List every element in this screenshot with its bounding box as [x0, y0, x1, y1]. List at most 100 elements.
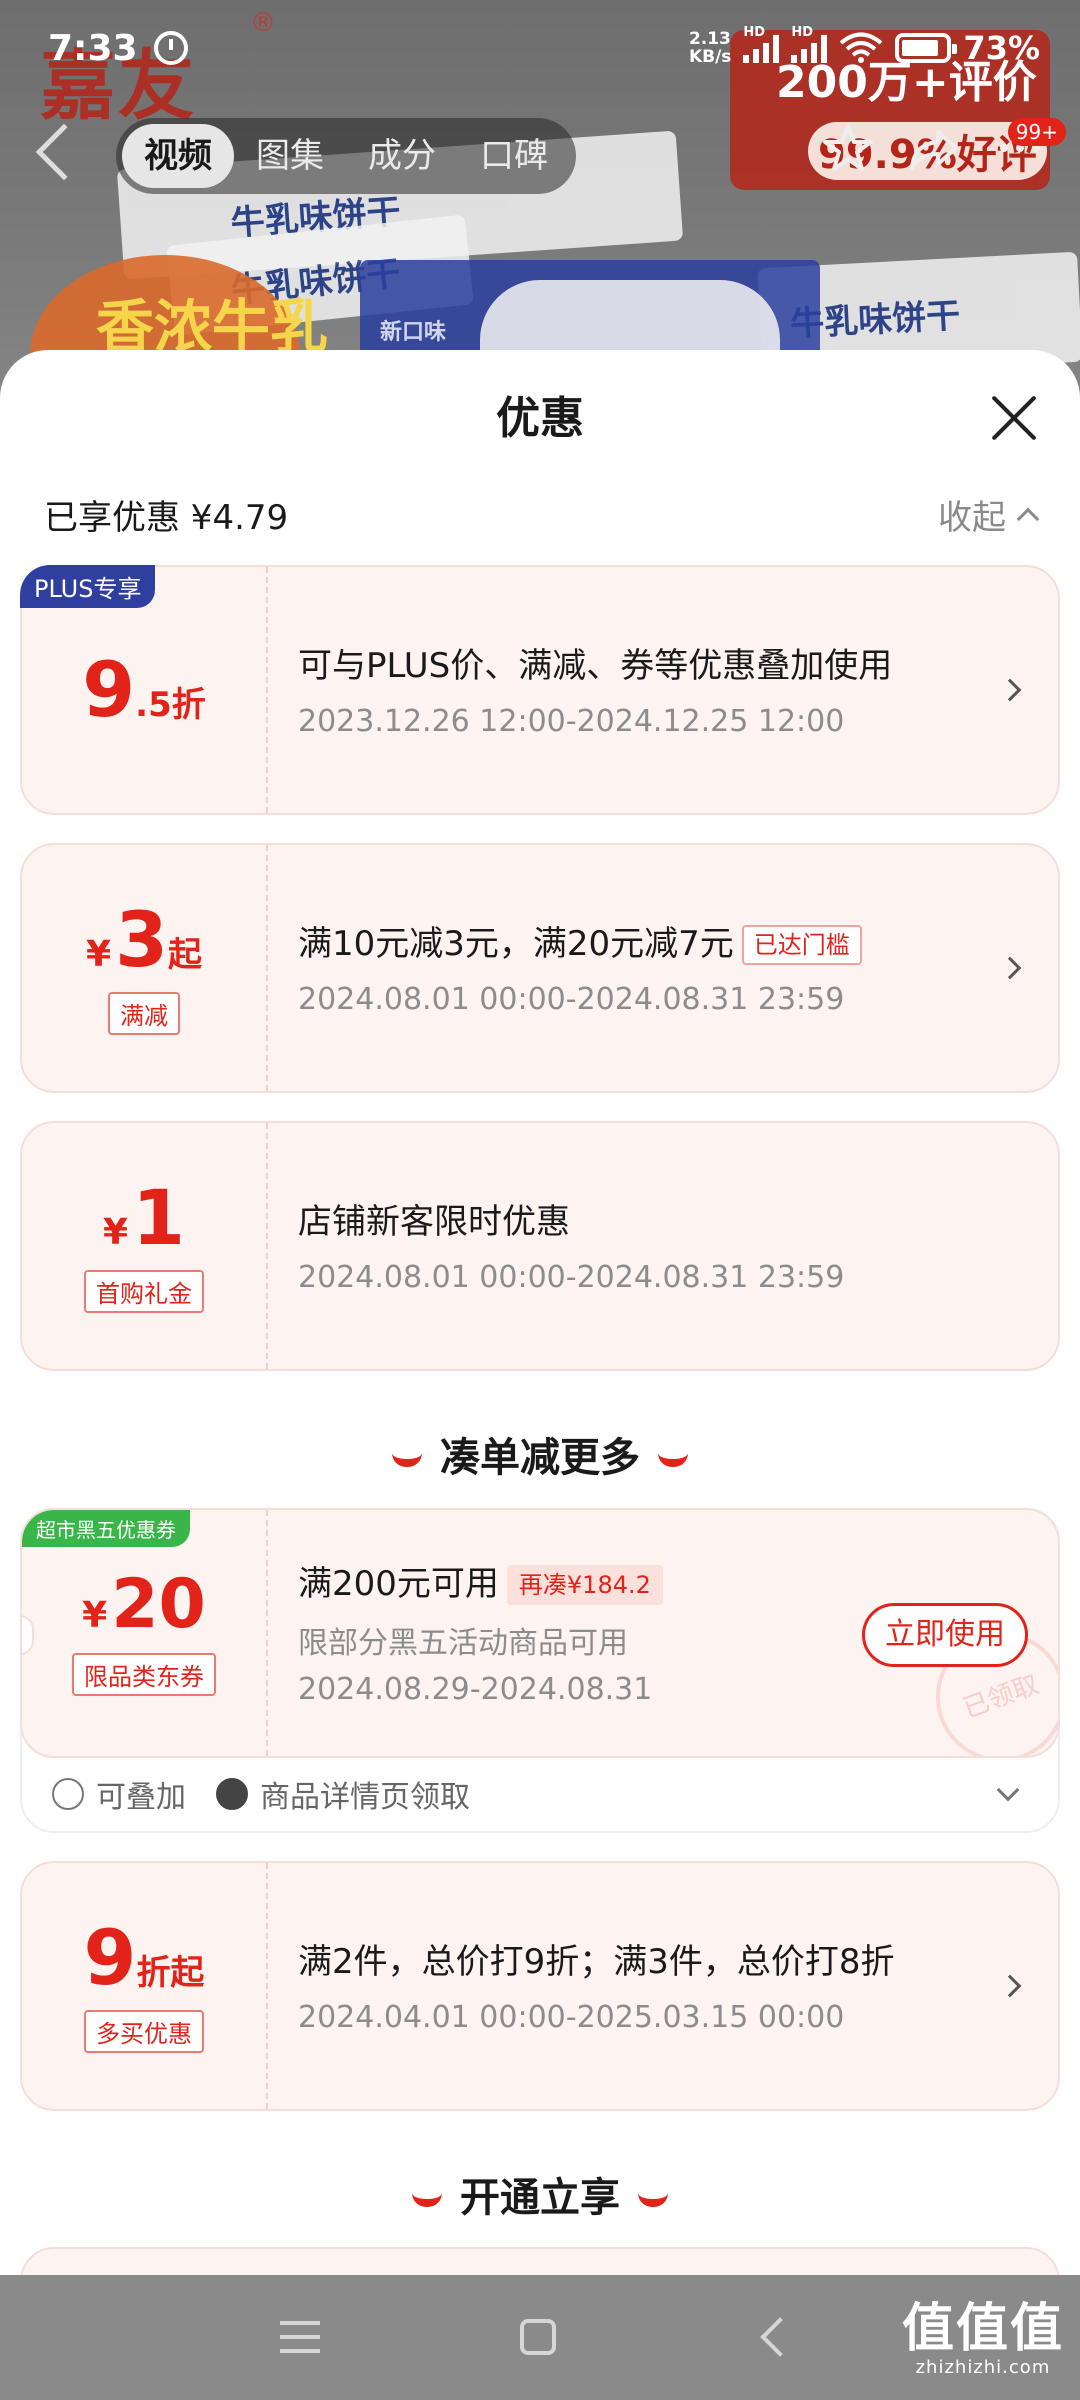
status-time: 7:33 [48, 27, 138, 69]
battery-percent: 73% [963, 29, 1040, 67]
coupon-info: 店铺新客限时优惠 2024.08.01 00:00-2024.08.31 23:… [298, 1123, 968, 1369]
watermark-url: zhizhizhi.com [915, 2357, 1051, 2378]
hd-label: HD [791, 25, 814, 40]
tab-ingredients[interactable]: 成分 [346, 124, 458, 188]
coupon-date: 2023.12.26 12:00-2024.12.25 12:00 [298, 703, 845, 739]
package-new-flavor: 新口味 [380, 320, 447, 345]
coupon-yen: ¥ [82, 1594, 108, 1636]
tab-gallery[interactable]: 图集 [234, 124, 346, 188]
dashed-divider [266, 1510, 268, 1756]
smile-decoration-icon [412, 2193, 442, 2207]
stack-icon [52, 1778, 84, 1810]
chevron-down-icon[interactable] [996, 1778, 1020, 1802]
chevron-up-icon [1016, 507, 1040, 530]
coupon-desc: 可与PLUS价、满减、券等优惠叠加使用 [298, 645, 893, 686]
coupon-amount-small: .5折 [135, 685, 206, 725]
chevron-right-icon [998, 1974, 1022, 1998]
dashed-divider [266, 1863, 268, 2109]
coupon-amount-big: 9 [82, 645, 136, 734]
coupon-desc-line: 满10元减3元，满20元减7元 已达门槛 [298, 920, 968, 968]
coupon-amount-small: 起 [167, 934, 202, 975]
coupon-date: 2024.08.01 00:00-2024.08.31 23:59 [298, 981, 845, 1017]
section-head-more: 凑单减更多 [0, 1425, 1080, 1483]
chevron-right-icon [998, 678, 1022, 702]
enjoyed-discount: 已享优惠 ¥4.79 [44, 498, 289, 538]
coupon-desc: 店铺新客限时优惠 [298, 1201, 570, 1242]
system-nav-bar: 值值值 zhizhizhi.com [0, 2275, 1080, 2400]
coupon-date: 2024.08.29-2024.08.31 [298, 1671, 653, 1707]
wifi-icon [840, 32, 883, 63]
coupon-amount: ¥ 3 起 [86, 894, 202, 984]
coupon-desc-line: 满200元可用 再凑¥184.2 [298, 1560, 828, 1608]
coupon-card-partial [20, 2247, 1060, 2275]
coupon-desc: 满10元减3元，满20元减7元 [298, 923, 734, 964]
coupon-amount: ¥ 20 [82, 1564, 206, 1644]
dashed-divider [266, 567, 268, 813]
coupon-desc: 满200元可用 [298, 1563, 499, 1604]
dashed-divider [266, 1123, 268, 1369]
coupon-amount: 9 .5折 [82, 652, 205, 728]
coupon-amount-big: 3 [115, 894, 168, 984]
stackable-label: 可叠加 [96, 1780, 186, 1815]
coupon-info: 满10元减3元，满20元减7元 已达门槛 2024.08.01 00:00-202… [298, 845, 968, 1091]
back-icon[interactable] [760, 2317, 800, 2357]
coupon-info: 满200元可用 再凑¥184.2 限部分黑五活动商品可用 2024.08.29-2… [298, 1510, 828, 1756]
coupon-card-full-reduction[interactable]: ¥ 3 起 满减 满10元减3元，满20元减7元 已达门槛 2024.08.01 … [20, 843, 1060, 1093]
section-head-text: 开通立享 [460, 2175, 620, 2221]
home-icon[interactable] [520, 2319, 556, 2355]
coupon-type-tag: 多买优惠 [84, 2009, 204, 2053]
coupon-card-plus[interactable]: 9 .5折 可与PLUS价、满减、券等优惠叠加使用 2023.12.26 12:… [20, 565, 1060, 815]
tab-reviews[interactable]: 口碑 [458, 124, 570, 188]
ticket-icon [216, 1778, 248, 1810]
source-info: 商品详情页领取 [216, 1772, 470, 1816]
coupon-date: 2024.04.01 00:00-2025.03.15 00:00 [298, 1999, 845, 2035]
smile-decoration-icon [392, 1453, 422, 1467]
coupon-yen: ¥ [103, 1211, 129, 1253]
use-now-button[interactable]: 立即使用 [862, 1603, 1028, 1667]
coupon-type-tag: 首购礼金 [84, 1269, 204, 1313]
signal-icon: HD [743, 25, 780, 63]
coupon-amount-area: ¥ 3 起 满减 [22, 845, 266, 1091]
collapse-label: 收起 [938, 498, 1006, 538]
coupon-type-tag: 满减 [108, 991, 180, 1035]
message-count-badge: 99+ [1007, 118, 1066, 146]
discount-sheet: 优惠 已享优惠 ¥4.79 收起 9 .5折 可与PLUS价、满减、券等优惠叠加… [0, 350, 1080, 2275]
black-five-coupon-block: ¥ 20 限品类东券 满200元可用 再凑¥184.2 限部分黑五活动商品可用 2… [20, 1508, 1060, 1833]
sheet-title: 优惠 [496, 393, 584, 444]
coupon-amount-big: 9 [83, 1912, 137, 2002]
coupon-card-first-purchase: ¥ 1 首购礼金 店铺新客限时优惠 2024.08.01 00:00-2024.… [20, 1121, 1060, 1371]
coupon-card-multi-buy[interactable]: 9 折起 多买优惠 满2件，总价打9折；满3件，总价打8折 2024.04.01… [20, 1861, 1060, 2111]
star-icon[interactable] [818, 118, 878, 178]
coupon-yen: ¥ [86, 933, 112, 975]
chevron-right-icon [998, 956, 1022, 980]
coupon-amount: ¥ 1 [103, 1179, 185, 1256]
share-icon[interactable] [904, 118, 964, 178]
threshold-reached-tag: 已达门槛 [741, 925, 862, 965]
coupon-desc: 满2件，总价打9折；满3件，总价打8折 [298, 1941, 895, 1982]
network-speed-value: 2.13 [688, 29, 731, 49]
need-more-tag: 再凑¥184.2 [506, 1565, 663, 1605]
coupon-amount-area: 9 折起 多买优惠 [22, 1863, 266, 2109]
battery-icon [895, 33, 958, 63]
black-five-tag: 超市黑五优惠券 [22, 1510, 190, 1547]
signal-icon: HD [791, 25, 828, 63]
coupon-scope: 限部分黑五活动商品可用 [298, 1625, 628, 1661]
stackable-info: 可叠加 [52, 1772, 186, 1816]
watermark-logo: 值值值 [901, 2299, 1064, 2359]
dashed-divider [266, 845, 268, 1091]
coupon-amount-big: 20 [111, 1564, 206, 1644]
menu-icon[interactable] [280, 2321, 320, 2353]
close-icon[interactable] [988, 392, 1040, 444]
coupon-card-black-five: ¥ 20 限品类东券 满200元可用 再凑¥184.2 限部分黑五活动商品可用 2… [20, 1508, 1060, 1758]
status-bar: 7:33 2.13 KB/s HD HD 73% [0, 0, 1080, 96]
tab-video[interactable]: 视频 [122, 124, 234, 188]
coupon-amount-area: ¥ 1 首购礼金 [22, 1123, 266, 1369]
network-speed: 2.13 KB/s [689, 30, 731, 66]
coupon-type-tag: 限品类东券 [72, 1652, 216, 1696]
collapse-button[interactable]: 收起 [938, 490, 1040, 539]
clock-icon [153, 31, 188, 65]
coupon-footer: 可叠加 商品详情页领取 [52, 1772, 1028, 1816]
section-head-open: 开通立享 [0, 2165, 1080, 2223]
hd-label: HD [743, 25, 766, 40]
watermark: 值值值 zhizhizhi.com [902, 2301, 1064, 2378]
